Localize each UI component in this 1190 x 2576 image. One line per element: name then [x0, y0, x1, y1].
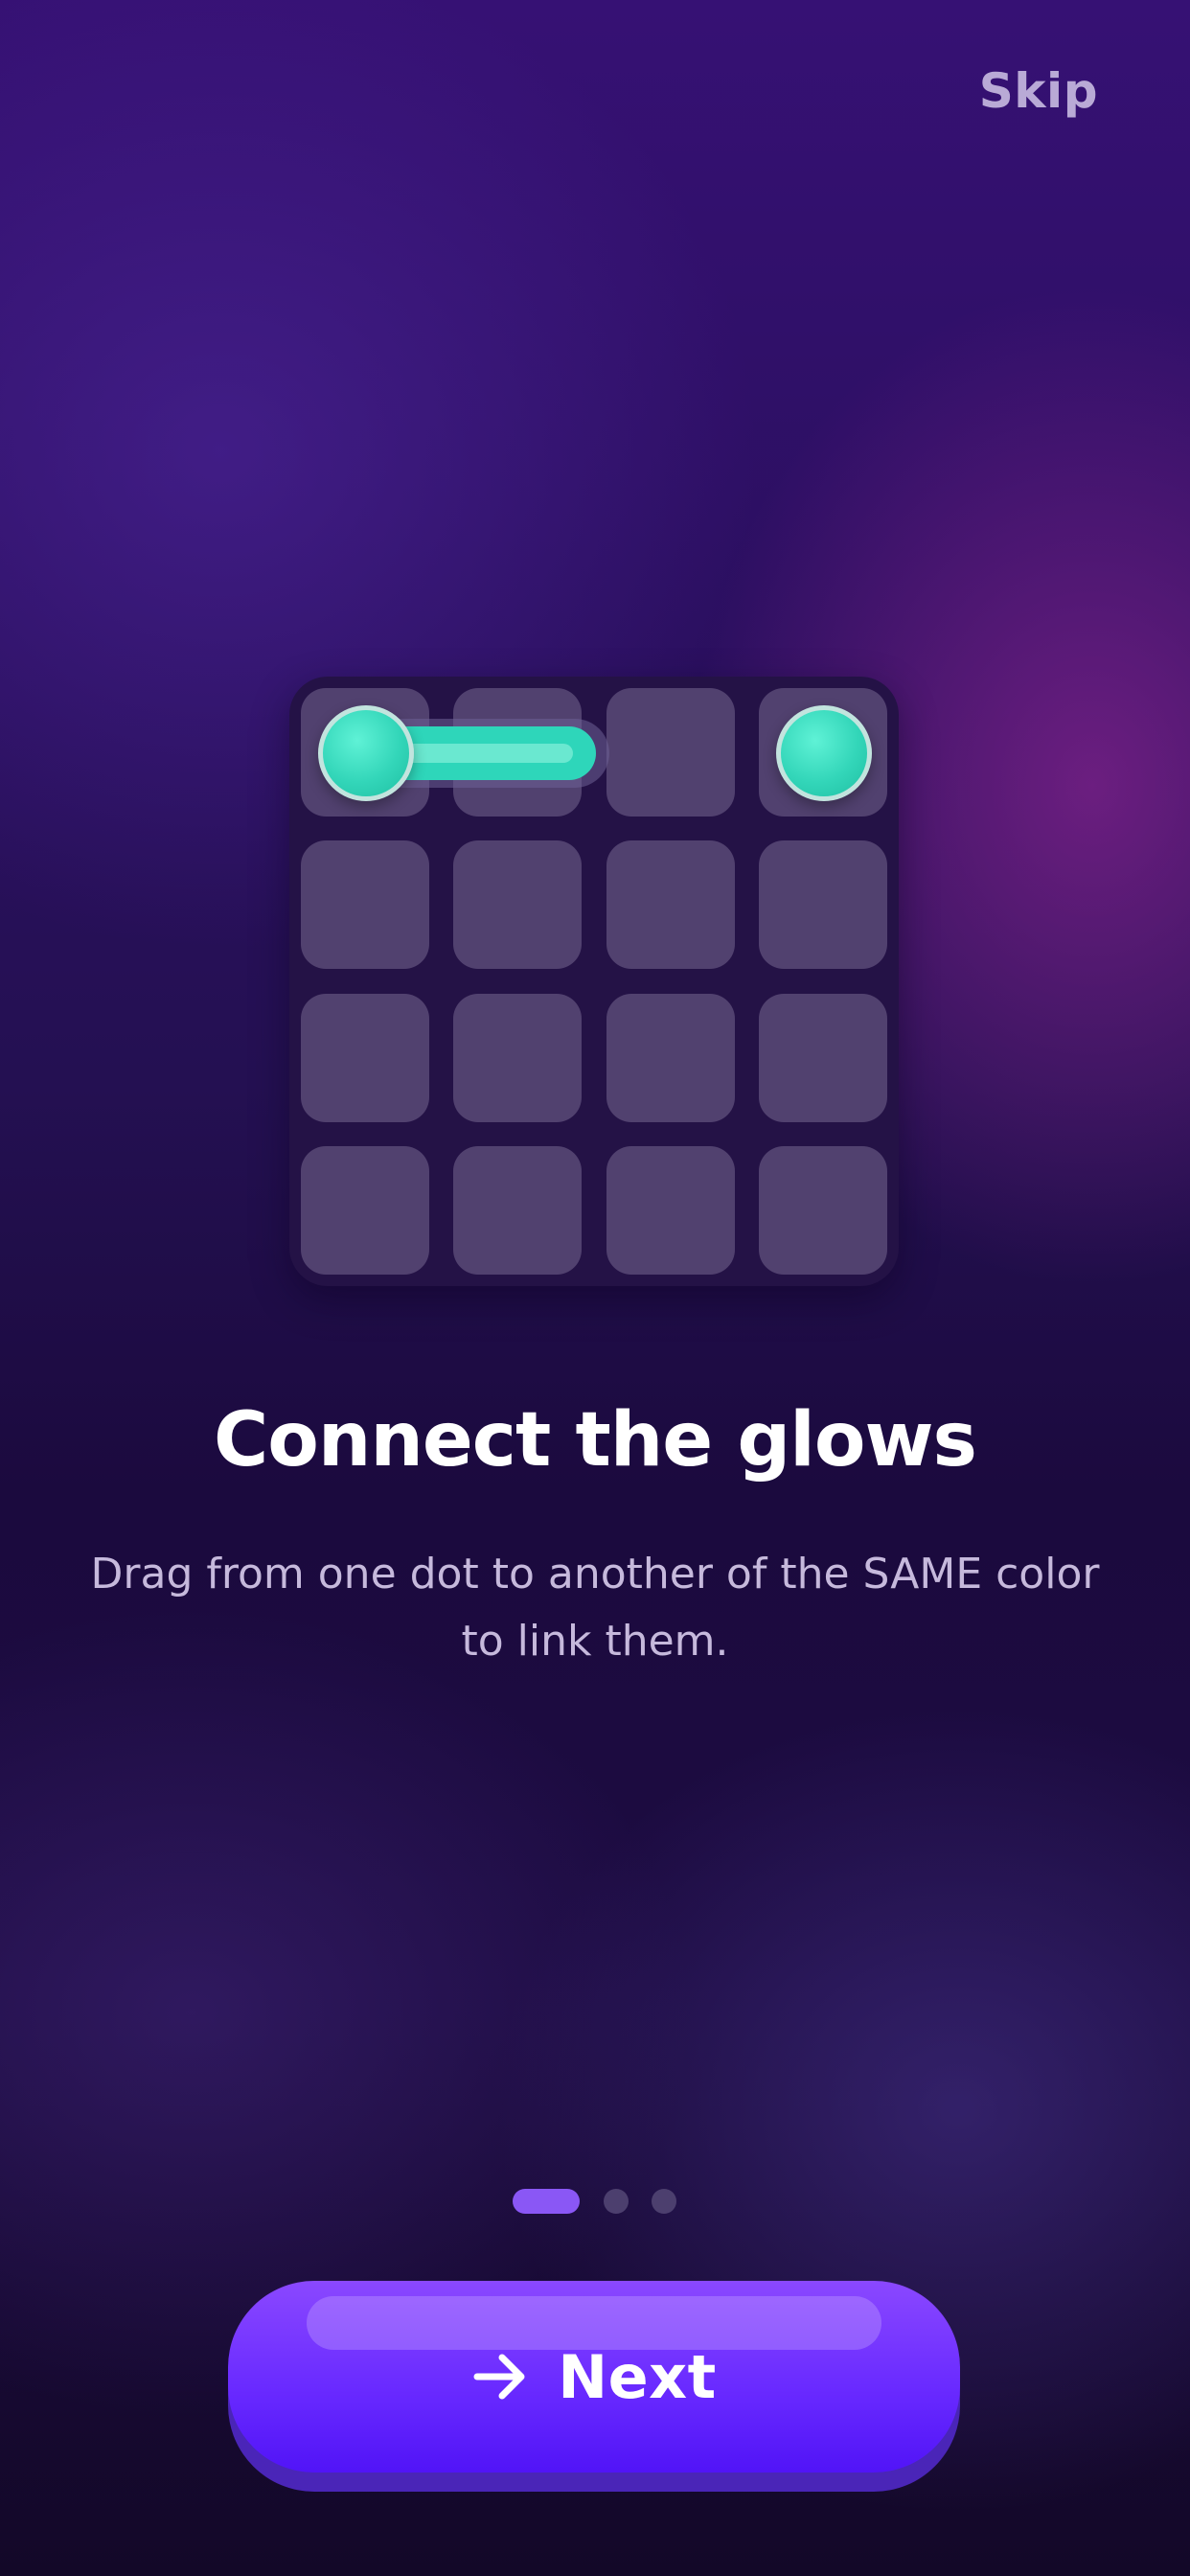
page-dot [652, 2189, 676, 2214]
grid-cell [301, 1146, 429, 1275]
glow-dot-end [776, 705, 872, 801]
arrow-right-icon [471, 2348, 529, 2405]
page-dot [604, 2189, 629, 2214]
onboarding-description: Drag from one dot to another of the SAME… [90, 1550, 1100, 1666]
next-button[interactable]: Next [228, 2281, 960, 2492]
grid-cell [759, 994, 887, 1122]
page-indicator [513, 2189, 685, 2214]
grid-cell [606, 994, 735, 1122]
grid-cell [301, 840, 429, 969]
grid-cell [453, 840, 582, 969]
grid-cell [453, 1146, 582, 1275]
next-button-content: Next [228, 2281, 960, 2472]
next-button-label: Next [558, 2341, 717, 2412]
skip-button[interactable]: Skip [979, 63, 1098, 119]
grid-cell [453, 994, 582, 1122]
grid-cell [606, 1146, 735, 1275]
grid-cell [759, 1146, 887, 1275]
grid-cell [301, 994, 429, 1122]
onboarding-title: Connect the glows [214, 1397, 977, 1484]
grid-cell [606, 840, 735, 969]
demo-grid-board [289, 677, 899, 1286]
grid-cell [759, 840, 887, 969]
glow-dot-start [318, 705, 414, 801]
grid-cell [606, 688, 735, 816]
page-dot-active [513, 2189, 580, 2214]
